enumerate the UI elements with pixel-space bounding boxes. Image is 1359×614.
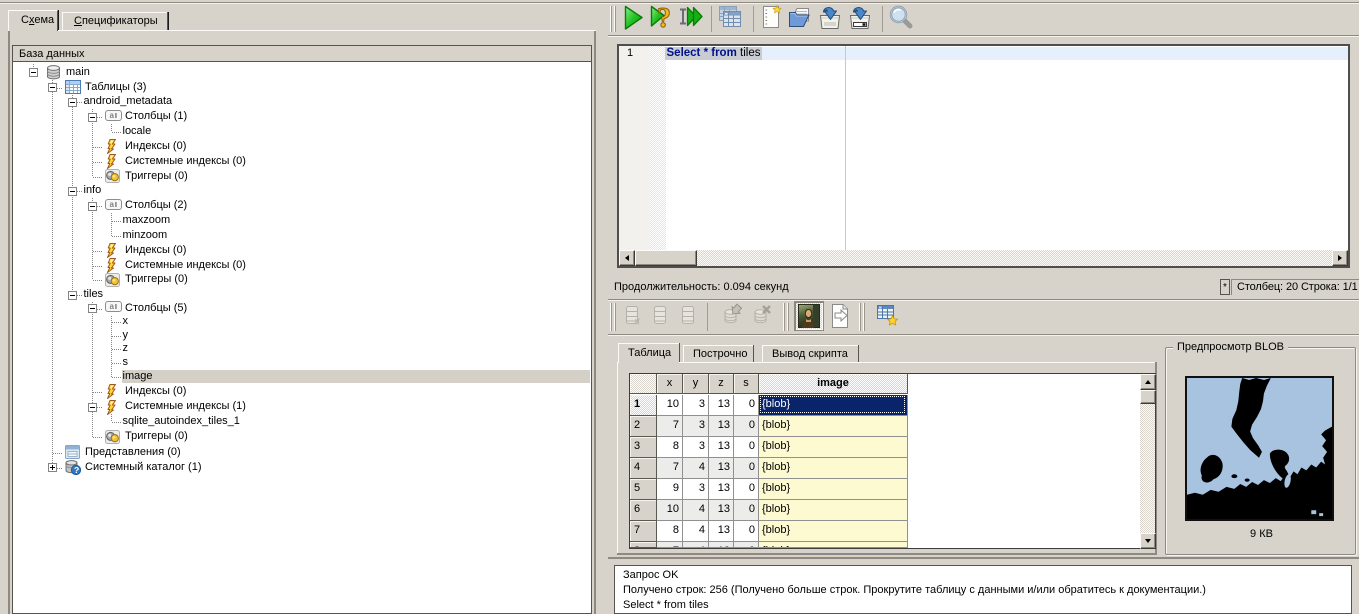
svg-text:?: ? bbox=[74, 465, 79, 475]
svg-text:a: a bbox=[110, 302, 115, 311]
svg-text:a: a bbox=[110, 200, 115, 209]
svg-text:a: a bbox=[110, 111, 115, 120]
svg-text:?: ? bbox=[657, 4, 671, 32]
